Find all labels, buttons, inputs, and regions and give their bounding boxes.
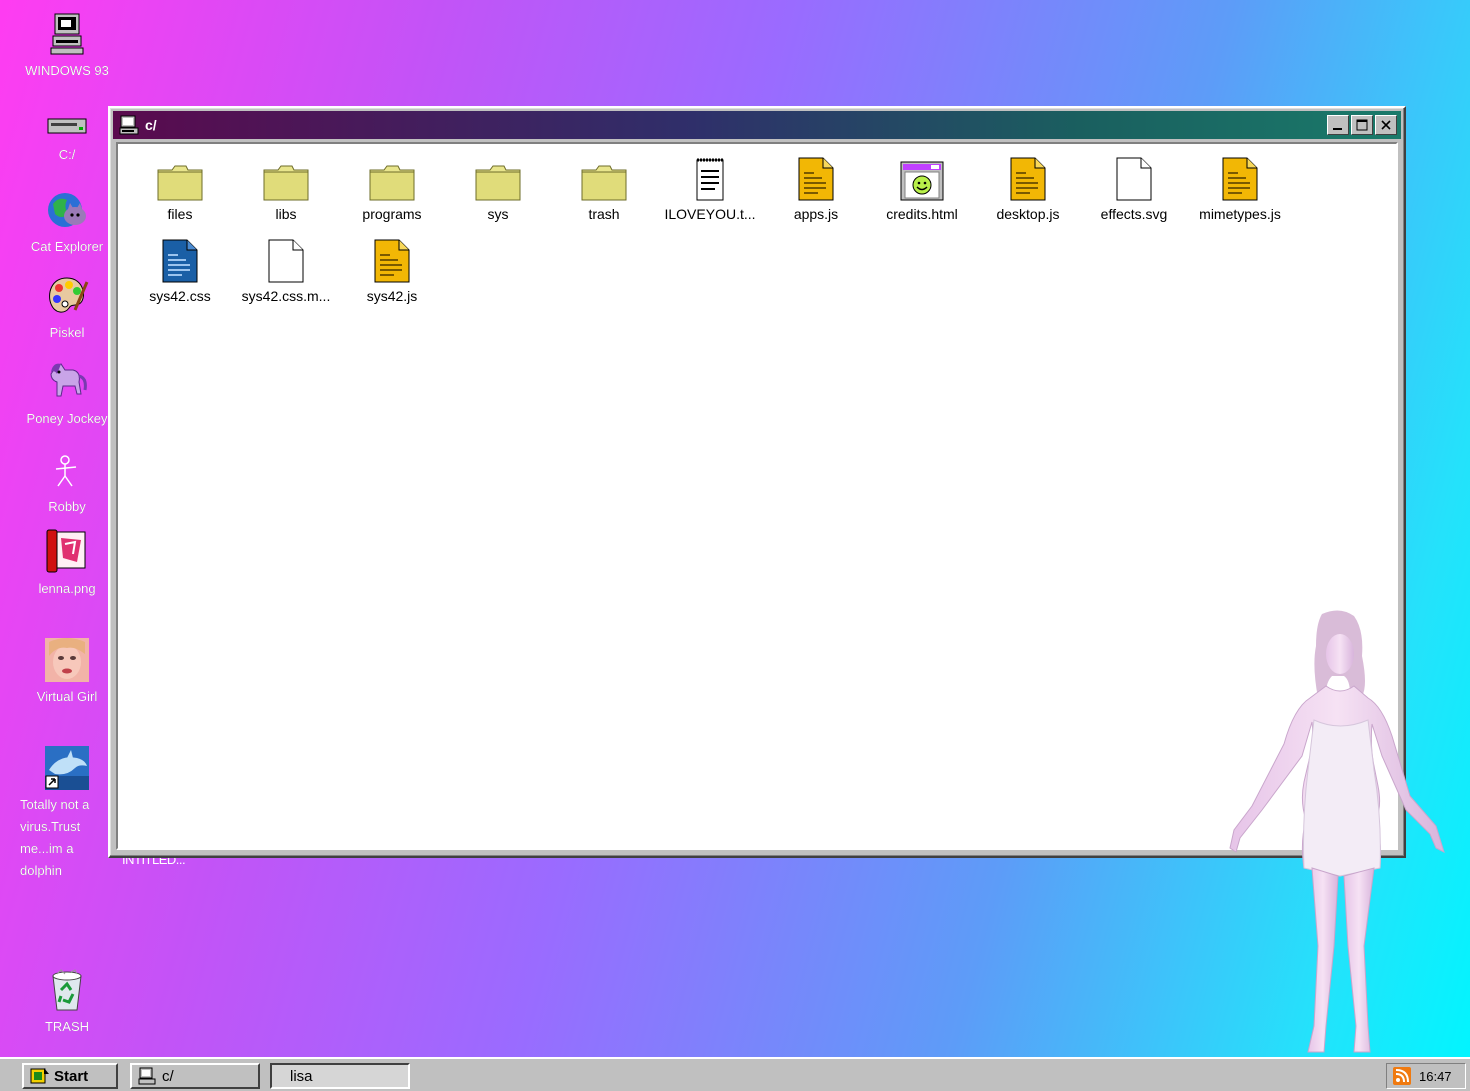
js-file-icon	[792, 154, 840, 202]
css-file-icon	[156, 236, 204, 284]
js-file-icon	[1004, 154, 1052, 202]
start-label: Start	[54, 1067, 89, 1085]
js-file-icon	[368, 236, 416, 284]
close-button[interactable]	[1375, 115, 1397, 135]
file-name: apps.js	[793, 206, 839, 222]
folder-icon	[156, 154, 204, 202]
task-label: lisa	[290, 1067, 313, 1085]
folder-icon	[580, 154, 628, 202]
close-icon	[1381, 120, 1391, 130]
file-name: programs	[362, 206, 422, 222]
computer-icon	[119, 115, 139, 135]
desktop-icon-label: TRASH	[44, 1019, 90, 1034]
notepad-icon	[686, 154, 734, 202]
task-label: c/	[162, 1067, 174, 1085]
dolphin-shortcut-icon	[45, 746, 89, 790]
folder-icon	[368, 154, 416, 202]
start-button[interactable]: Start	[22, 1063, 118, 1089]
file-item-desktop-js[interactable]: desktop.js	[976, 154, 1080, 222]
file-name: credits.html	[886, 206, 958, 222]
paint-palette-icon	[45, 274, 89, 318]
html-file-icon	[898, 154, 946, 202]
desktop-icon-label: Totally not a virus.Trust me...im a dolp…	[20, 797, 90, 878]
file-item-sys42-js[interactable]: sys42.js	[340, 236, 444, 304]
recycle-bin-icon	[45, 968, 89, 1012]
file-name: ILOVEYOU.t...	[664, 206, 756, 222]
explorer-window[interactable]: c/ files libs programs sys trash ILOVEYO…	[108, 106, 1406, 858]
file-name: trash	[588, 206, 620, 222]
file-name: effects.svg	[1100, 206, 1168, 222]
window-title: c/	[145, 117, 157, 133]
file-name: sys42.css.m...	[241, 288, 331, 304]
file-list-pane[interactable]: files libs programs sys trash ILOVEYOU.t…	[116, 142, 1398, 850]
file-name: mimetypes.js	[1199, 206, 1281, 222]
pony-icon	[45, 360, 89, 404]
file-item-trash[interactable]: trash	[552, 154, 656, 222]
file-name: sys42.css	[149, 288, 211, 304]
computer-icon	[45, 12, 89, 56]
taskbar: Start c/ lisa 16:47	[0, 1057, 1470, 1091]
file-item-iloveyou[interactable]: ILOVEYOU.t...	[658, 154, 762, 222]
window-titlebar[interactable]: c/	[113, 111, 1401, 139]
file-item-sys[interactable]: sys	[446, 154, 550, 222]
file-item-mimetypes-js[interactable]: mimetypes.js	[1188, 154, 1292, 222]
file-name: sys	[487, 206, 509, 222]
virtual-girl-figure[interactable]	[1222, 606, 1454, 1061]
window-controls	[1327, 115, 1397, 135]
js-file-icon	[1216, 154, 1264, 202]
clock: 16:47	[1419, 1068, 1452, 1084]
file-item-libs[interactable]: libs	[234, 154, 338, 222]
start-icon	[30, 1066, 50, 1086]
file-name: files	[167, 206, 193, 222]
blank-file-icon	[1110, 154, 1158, 202]
minimize-icon	[1333, 128, 1342, 130]
drive-icon	[45, 112, 89, 140]
desktop-icon-label: WINDOWS 93	[25, 63, 109, 78]
file-item-sys42-css-map[interactable]: sys42.css.m...	[234, 236, 338, 304]
file-item-credits-html[interactable]: credits.html	[870, 154, 974, 222]
minimize-button[interactable]	[1327, 115, 1349, 135]
desktop-icon-trash[interactable]: TRASH	[8, 968, 126, 1038]
blank-file-icon	[262, 236, 310, 284]
rss-icon[interactable]	[1393, 1067, 1411, 1085]
system-tray: 16:47	[1386, 1063, 1466, 1089]
file-item-effects-svg[interactable]: effects.svg	[1082, 154, 1186, 222]
file-name: libs	[275, 206, 297, 222]
file-item-sys42-css[interactable]: sys42.css	[128, 236, 232, 304]
computer-icon	[138, 1067, 156, 1085]
task-button-c[interactable]: c/	[130, 1063, 260, 1089]
desktop-icon-windows93[interactable]: WINDOWS 93	[8, 12, 126, 82]
task-button-lisa[interactable]: lisa	[270, 1063, 410, 1089]
folder-icon	[474, 154, 522, 202]
face-icon	[45, 638, 89, 682]
maximize-button[interactable]	[1351, 115, 1373, 135]
file-name: sys42.js	[366, 288, 418, 304]
cat-globe-icon	[45, 188, 89, 232]
maximize-icon	[1356, 119, 1368, 131]
file-item-apps-js[interactable]: apps.js	[764, 154, 868, 222]
stick-figure-icon	[45, 452, 89, 492]
folder-icon	[262, 154, 310, 202]
file-name: desktop.js	[996, 206, 1060, 222]
file-item-programs[interactable]: programs	[340, 154, 444, 222]
image-file-icon	[45, 529, 89, 574]
file-item-files[interactable]: files	[128, 154, 232, 222]
